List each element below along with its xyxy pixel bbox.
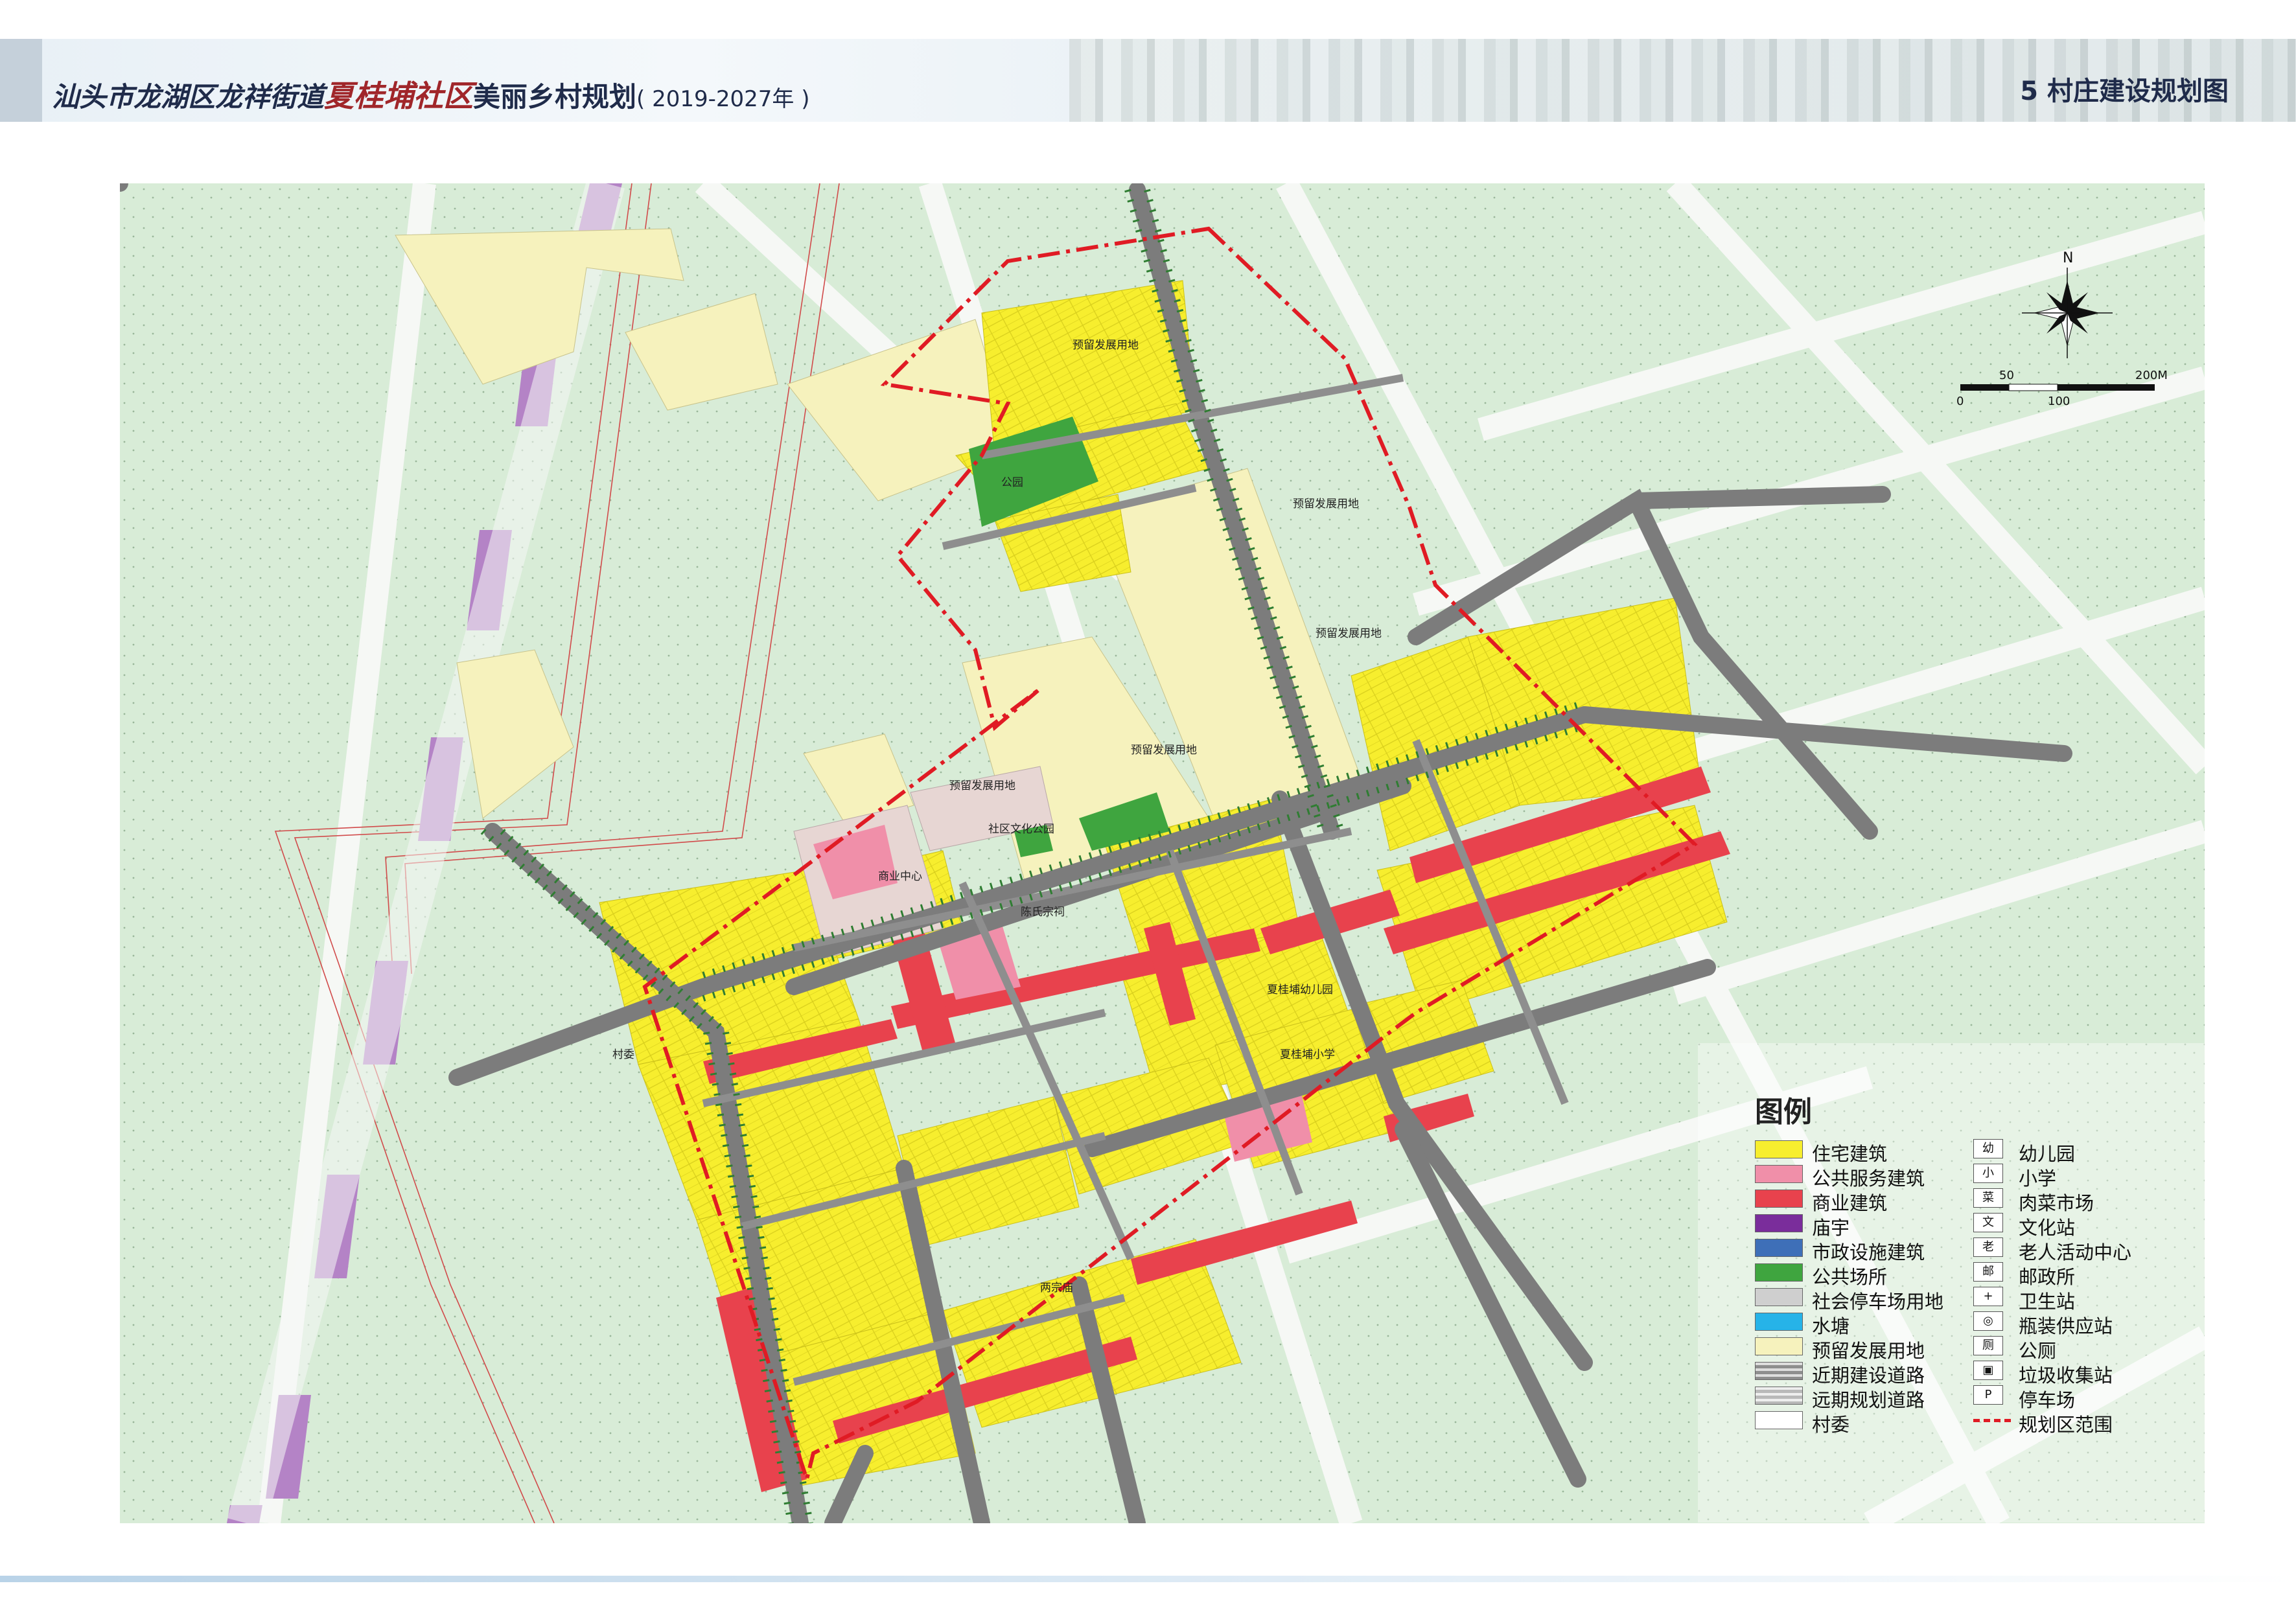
- legend-label: 预留发展用地: [1812, 1340, 1925, 1362]
- label-reserved-4: 预留发展用地: [1131, 744, 1197, 757]
- label-reserved-1: 预留发展用地: [1073, 339, 1139, 352]
- legend-swatch: [1755, 1411, 1803, 1429]
- legend-swatch: [1755, 1165, 1803, 1183]
- legend-label: 小学: [2019, 1168, 2057, 1190]
- legend-icon: ▣: [1973, 1361, 2003, 1380]
- legend-swatch: [1755, 1337, 1803, 1355]
- legend-label: 社会停车场用地: [1812, 1291, 1944, 1313]
- legend-label: 商业建筑: [1812, 1192, 1888, 1214]
- legend-label: 垃圾收集站: [2019, 1364, 2113, 1387]
- label-reserved-3: 预留发展用地: [1316, 627, 1382, 640]
- legend-icon: 老: [1973, 1237, 2003, 1257]
- legend-icon: 邮: [1973, 1262, 2003, 1282]
- legend-panel: 图例 住宅建筑公共服务建筑 商业建筑庙宇 市政设施建筑 公共场所社会停车场用地 水塘预留…: [1698, 1043, 2205, 1523]
- legend-label: 近期建设道路: [1812, 1364, 1925, 1387]
- scale-tick-50: 50: [1999, 369, 2014, 382]
- legend-icon: [1973, 1419, 2011, 1422]
- legend-icon: 文: [1973, 1213, 2003, 1232]
- legend-label: 幼儿园: [2019, 1143, 2076, 1165]
- legend-label: 庙宇: [1812, 1217, 1850, 1239]
- label-primary-school: 夏桂埔小学: [1280, 1048, 1335, 1061]
- legend-label: 公共服务建筑: [1812, 1168, 1925, 1190]
- legend-label: 瓶装供应站: [2019, 1315, 2113, 1337]
- title-community: 夏桂埔社区: [324, 78, 474, 113]
- scale-tick-100: 100: [2048, 395, 2070, 408]
- label-temple: 两宗庙: [1040, 1282, 1073, 1295]
- legend-swatch: [1755, 1387, 1803, 1405]
- legend-swatch: [1755, 1140, 1803, 1158]
- legend-label: 住宅建筑: [1812, 1143, 1888, 1165]
- plan-title: 汕头市龙湖区龙祥街道夏桂埔社区美丽乡村规划( 2019-2027年 ): [52, 73, 810, 115]
- label-commercial-center: 商业中心: [878, 870, 922, 883]
- legend-swatch: [1755, 1362, 1803, 1380]
- legend-label: 远期规划道路: [1812, 1389, 1925, 1411]
- label-reserved-2: 预留发展用地: [1293, 498, 1359, 511]
- scale-tick-200: 200M: [2135, 369, 2168, 382]
- legend-icon: 小: [1973, 1164, 2003, 1183]
- header-accent: [0, 39, 42, 122]
- legend-swatch: [1755, 1313, 1803, 1331]
- legend-icon: ◎: [1973, 1311, 2003, 1331]
- legend-icon: 厕: [1973, 1336, 2003, 1355]
- scale-tick-0: 0: [1956, 395, 1964, 408]
- label-kindergarten: 夏桂埔幼儿园: [1267, 984, 1333, 996]
- title-years: ( 2019-2027年 ): [636, 86, 810, 112]
- legend-label: 市政设施建筑: [1812, 1241, 1925, 1263]
- north-label: N: [2063, 250, 2073, 266]
- legend-swatch: [1755, 1263, 1803, 1282]
- legend-label: 规划区范围: [2019, 1414, 2113, 1436]
- legend-icon: P: [1973, 1385, 2003, 1405]
- legend-swatch: [1755, 1214, 1803, 1232]
- footer-band: [0, 1576, 2296, 1582]
- legend-swatch: [1755, 1288, 1803, 1306]
- legend-icon: 菜: [1973, 1188, 2003, 1208]
- legend-icon: 幼: [1973, 1139, 2003, 1158]
- legend-swatch: [1755, 1239, 1803, 1257]
- legend-label: 老人活动中心: [2019, 1241, 2132, 1263]
- legend-label: 公共场所: [1812, 1266, 1888, 1288]
- title-district: 汕头市龙湖区龙祥街道: [52, 81, 325, 113]
- legend-label: 肉菜市场: [2019, 1192, 2094, 1214]
- legend-icon: +: [1973, 1287, 2003, 1306]
- sheet-title: 5 村庄建设规划图: [2020, 76, 2229, 106]
- label-park: 公园: [1001, 476, 1023, 489]
- legend-label: 文化站: [2019, 1217, 2076, 1239]
- legend-title: 图例: [1755, 1096, 1812, 1129]
- legend-label: 邮政所: [2019, 1266, 2076, 1288]
- label-village-committee: 村委: [612, 1048, 634, 1061]
- legend-label: 公厕: [2019, 1340, 2057, 1362]
- legend-label: 水塘: [1812, 1315, 1850, 1337]
- legend-label: 停车场: [2019, 1389, 2076, 1411]
- label-ancestral-hall: 陈氏宗祠: [1021, 906, 1065, 919]
- legend-label: 村委: [1812, 1414, 1850, 1436]
- label-reserved-5: 预留发展用地: [949, 779, 1015, 792]
- legend-label: 卫生站: [2019, 1291, 2076, 1313]
- title-plan: 美丽乡村规划: [473, 81, 637, 113]
- label-culture-park: 社区文化公园: [988, 823, 1054, 836]
- legend-swatch: [1755, 1190, 1803, 1208]
